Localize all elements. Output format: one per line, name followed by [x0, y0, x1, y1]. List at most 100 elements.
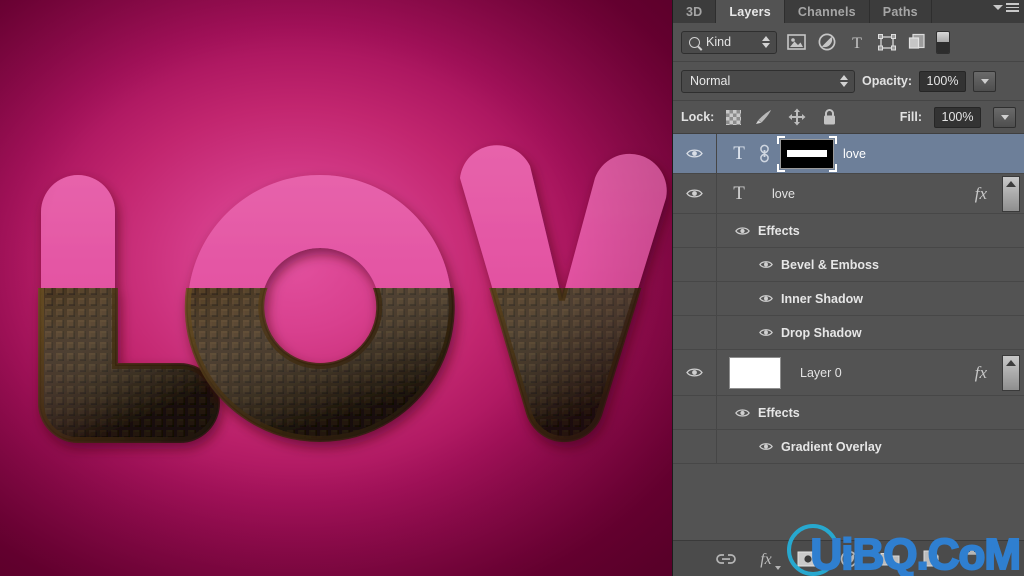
svg-text:fx: fx [760, 551, 772, 568]
eye-icon[interactable] [759, 294, 773, 303]
smart-object-filter-icon[interactable] [906, 32, 927, 53]
opacity-dropdown-button[interactable] [973, 70, 997, 92]
type-layer-filter-icon[interactable]: T [846, 32, 867, 53]
effect-row-gradient-overlay[interactable]: Gradient Overlay [717, 430, 1024, 463]
tab-3d[interactable]: 3D [673, 0, 717, 23]
effect-label: Drop Shadow [781, 325, 862, 340]
eye-icon[interactable] [735, 226, 750, 236]
blend-mode-select[interactable]: Normal [681, 69, 855, 93]
photoshop-window: 3D Layers Channels Paths 思缘设计论坛 WWW.MISS… [0, 0, 1024, 576]
eye-icon[interactable] [759, 442, 773, 451]
eye-icon [686, 368, 703, 377]
lock-position-icon[interactable] [786, 107, 807, 128]
effects-group-row[interactable]: Effects [717, 214, 1024, 247]
layer-effects-fx-icon[interactable]: fx [975, 363, 993, 383]
eye-icon[interactable] [759, 260, 773, 269]
layer-name[interactable]: love [772, 187, 795, 201]
lock-all-icon[interactable] [819, 107, 840, 128]
filter-kind-label: Kind [706, 35, 732, 49]
layer-name[interactable]: Layer 0 [800, 366, 842, 380]
chevron-down-icon [993, 4, 1003, 10]
tab-paths-label: Paths [882, 4, 918, 19]
blend-mode-value: Normal [690, 74, 731, 88]
new-layer-icon[interactable] [920, 548, 942, 570]
eye-icon[interactable] [759, 328, 773, 337]
chevron-updown-icon [762, 36, 770, 48]
lock-image-pixels-icon[interactable] [753, 107, 774, 128]
layer-row-body[interactable]: T love [717, 134, 1024, 173]
fill-dropdown-button[interactable] [993, 106, 1016, 128]
adjustment-layer-filter-icon[interactable] [816, 32, 837, 53]
list-item[interactable]: Drop Shadow [673, 316, 1024, 350]
panel-menu-button[interactable] [993, 3, 1019, 12]
tab-3d-label: 3D [686, 4, 703, 19]
fill-label: Fill: [899, 110, 922, 124]
layer-name[interactable]: love [843, 147, 866, 161]
list-item[interactable]: Effects [673, 396, 1024, 430]
eye-icon [686, 149, 703, 158]
layer-filter-row: Kind T [673, 23, 1024, 62]
shape-layer-filter-icon[interactable] [876, 32, 897, 53]
effect-row-bevel-emboss[interactable]: Bevel & Emboss [717, 248, 1024, 281]
effect-row-inner-shadow[interactable]: Inner Shadow [717, 282, 1024, 315]
effect-label: Bevel & Emboss [781, 257, 879, 272]
layer-mask-thumbnail[interactable] [777, 135, 837, 172]
effects-label: Effects [758, 405, 800, 420]
mask-selection-brackets [777, 135, 837, 172]
list-item[interactable]: Bevel & Emboss [673, 248, 1024, 282]
delete-layer-icon[interactable] [961, 548, 983, 570]
effect-label: Inner Shadow [781, 291, 863, 306]
tab-layers-label: Layers [729, 4, 771, 19]
panel-tab-bar: 3D Layers Channels Paths [673, 0, 1024, 23]
tab-paths[interactable]: Paths [870, 0, 932, 23]
effects-group-row[interactable]: Effects [717, 396, 1024, 429]
letter-v [460, 145, 667, 443]
new-adjustment-layer-icon[interactable] [838, 548, 863, 570]
svg-text:T: T [852, 35, 862, 51]
table-row[interactable]: Layer 0 fx [673, 350, 1024, 396]
tab-channels[interactable]: Channels [785, 0, 870, 23]
list-item[interactable]: Effects [673, 214, 1024, 248]
layer-visibility-toggle[interactable] [673, 350, 717, 395]
link-icon[interactable] [758, 144, 771, 163]
layer-row-body[interactable]: Layer 0 fx [717, 350, 1024, 395]
new-group-icon[interactable] [879, 548, 901, 570]
opacity-input[interactable]: 100% [919, 70, 967, 92]
effect-row-drop-shadow[interactable]: Drop Shadow [717, 316, 1024, 349]
chevron-down-icon [980, 78, 989, 84]
layer-visibility-toggle[interactable] [673, 174, 717, 213]
list-item[interactable]: Gradient Overlay [673, 430, 1024, 464]
table-row[interactable]: T love fx [673, 174, 1024, 214]
type-layer-thumbnail: T [733, 143, 745, 164]
fill-input[interactable]: 100% [934, 106, 981, 128]
layer-visibility-toggle[interactable] [673, 134, 717, 173]
type-layer-thumbnail: T [733, 183, 745, 204]
layer-style-fx-icon[interactable]: fx [756, 548, 781, 570]
tab-channels-label: Channels [797, 4, 856, 19]
lock-transparency-icon[interactable] [726, 109, 742, 125]
document-canvas[interactable] [0, 0, 672, 576]
collapse-effects-button[interactable] [1002, 354, 1020, 391]
link-layers-icon[interactable] [715, 548, 737, 570]
layer-list: T love T love fx Effects Bevel & Emboss … [673, 134, 1024, 532]
collapse-effects-button[interactable] [1002, 175, 1020, 212]
layer-row-body[interactable]: T love fx [717, 174, 1024, 213]
layer-effects-fx-icon[interactable]: fx [975, 184, 993, 204]
lov-artwork [37, 145, 667, 443]
add-layer-mask-icon[interactable] [797, 548, 819, 570]
filter-toggle-switch[interactable] [936, 30, 950, 54]
pixel-layer-filter-icon[interactable] [786, 32, 807, 53]
eye-icon[interactable] [735, 408, 750, 418]
tab-layers[interactable]: Layers [716, 0, 785, 23]
effect-label: Gradient Overlay [781, 439, 882, 454]
lock-label: Lock: [681, 110, 715, 124]
hamburger-icon [1006, 3, 1019, 12]
layer-thumbnail[interactable] [729, 356, 781, 389]
chevron-updown-icon [840, 75, 848, 87]
table-row[interactable]: T love [673, 134, 1024, 174]
filter-kind-dropdown[interactable]: Kind [681, 30, 777, 54]
opacity-label: Opacity: [862, 74, 913, 88]
layer-list-empty-area[interactable] [673, 464, 1024, 532]
layers-panel: 3D Layers Channels Paths 思缘设计论坛 WWW.MISS… [672, 0, 1024, 576]
list-item[interactable]: Inner Shadow [673, 282, 1024, 316]
